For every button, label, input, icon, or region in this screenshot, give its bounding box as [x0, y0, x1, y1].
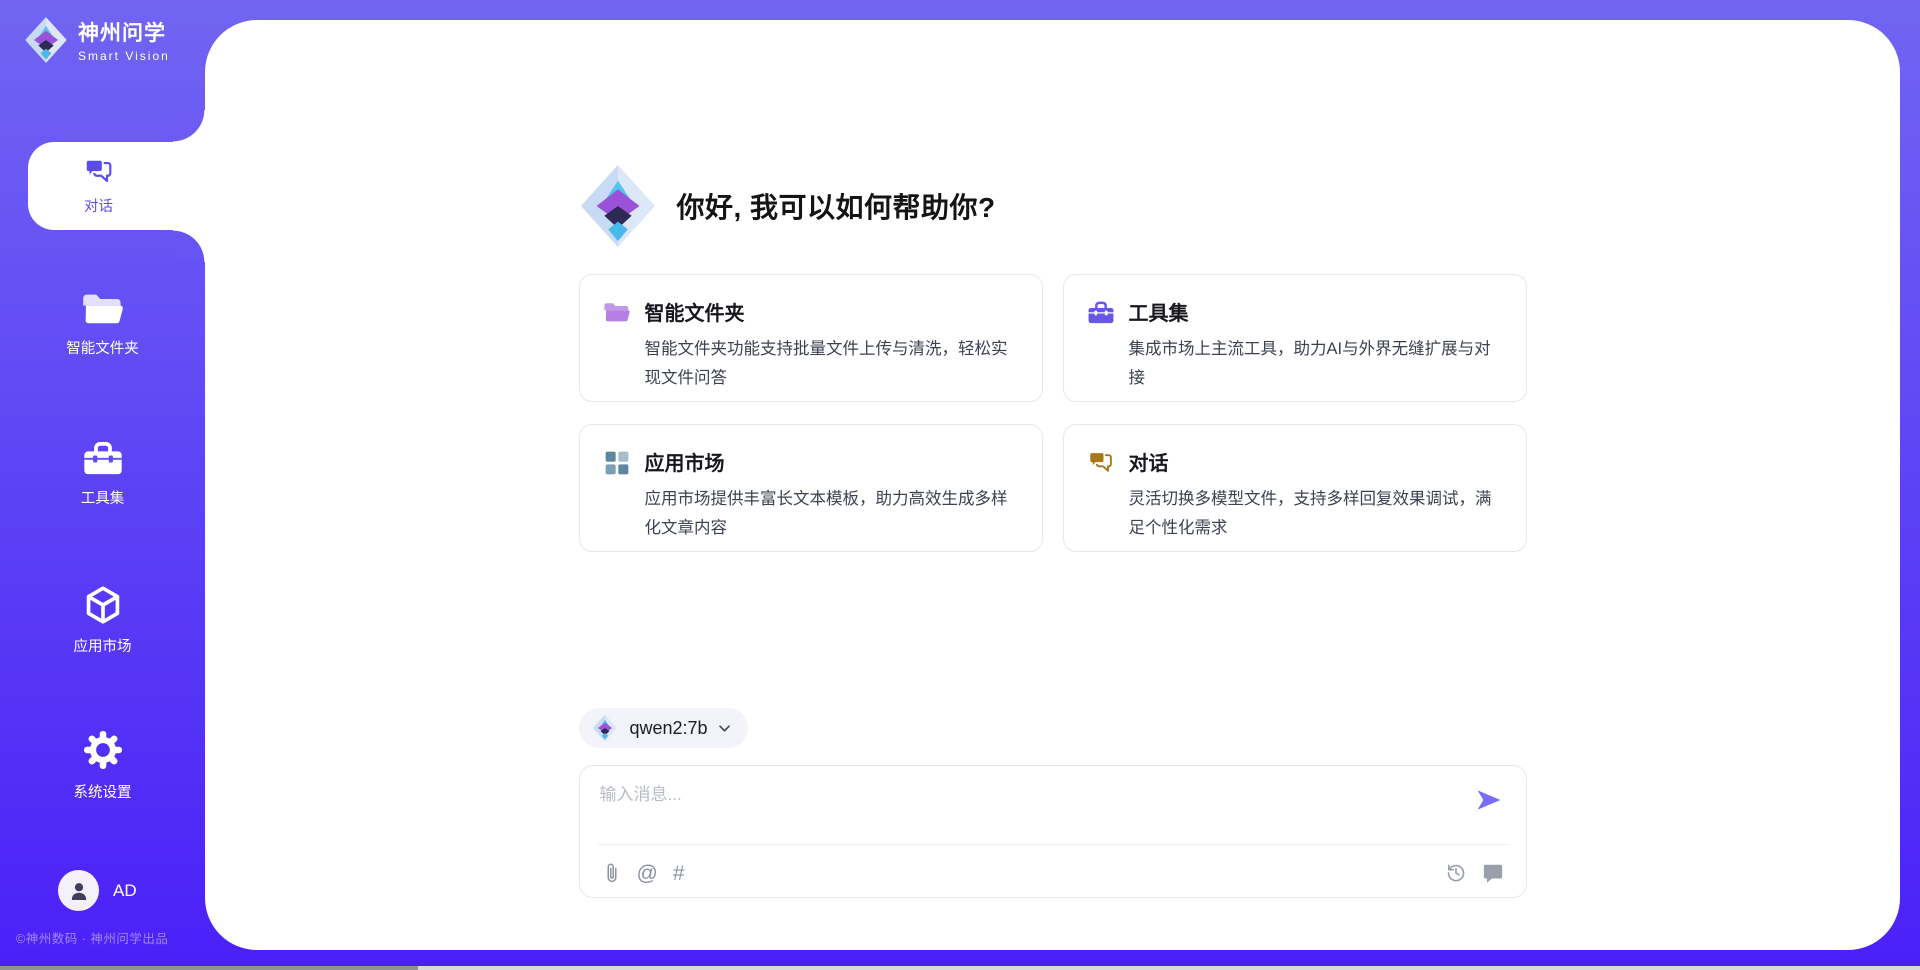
card-title: 对话 [1129, 447, 1498, 476]
scrollbar-thumb[interactable] [0, 966, 418, 970]
sidebar: 神州问学 Smart Vision 对话 智能文件夹 工具集 应用市场 系统设置… [0, 0, 205, 970]
sidebar-item-label: 工具集 [81, 487, 125, 508]
quick-phrase-button[interactable] [1482, 862, 1504, 884]
topic-icon: # [673, 863, 685, 884]
sidebar-item-toolset[interactable]: 工具集 [0, 440, 205, 508]
sidebar-item-label: 系统设置 [74, 781, 132, 802]
attachment-icon [602, 862, 622, 884]
message-composer: @ # [579, 765, 1527, 898]
sidebar-item-chat[interactable]: 对话 [28, 142, 205, 230]
active-tab-fillet-bottom [173, 230, 205, 262]
sidebar-item-smart-folder[interactable]: 智能文件夹 [0, 292, 205, 358]
greeting-diamond-logo [579, 162, 657, 250]
sidebar-item-label: 智能文件夹 [66, 337, 139, 358]
card-description: 灵活切换多模型文件，支持多样回复效果调试，满足个性化需求 [1129, 485, 1498, 543]
mention-button[interactable]: @ [637, 863, 658, 884]
card-title: 应用市场 [645, 447, 1014, 476]
toolbox-icon [1087, 299, 1115, 327]
message-input[interactable] [600, 780, 1430, 838]
greeting-text: 你好, 我可以如何帮助你? [677, 186, 996, 226]
sidebar-item-label: 对话 [84, 195, 113, 216]
chat-icon [82, 156, 116, 188]
history-icon [1445, 862, 1467, 884]
topic-button[interactable]: # [673, 863, 685, 884]
send-button[interactable] [1474, 786, 1504, 816]
diamond-logo [592, 714, 618, 742]
model-selector[interactable]: qwen2:7b [579, 708, 748, 748]
avatar [58, 870, 99, 911]
quick-phrase-icon [1482, 862, 1504, 884]
folder-icon [603, 299, 631, 327]
brand: 神州问学 Smart Vision [24, 16, 170, 64]
feature-cards: 智能文件夹 智能文件夹功能支持批量文件上传与清洗，轻松实现文件问答 工具集 集成… [579, 274, 1527, 552]
model-name: qwen2:7b [630, 718, 708, 739]
card-toolset[interactable]: 工具集 集成市场上主流工具，助力AI与外界无缝扩展与对接 [1063, 274, 1527, 402]
send-icon [1475, 786, 1503, 814]
card-chat[interactable]: 对话 灵活切换多模型文件，支持多样回复效果调试，满足个性化需求 [1063, 424, 1527, 552]
sidebar-item-label: 应用市场 [74, 635, 132, 656]
greeting-block: 你好, 我可以如何帮助你? [579, 162, 1527, 250]
main-panel: 你好, 我可以如何帮助你? 智能文件夹 智能文件夹功能支持批量文件上传与清洗，轻… [205, 20, 1900, 950]
user-icon [67, 879, 91, 903]
brand-title: 神州问学 [78, 17, 170, 47]
card-title: 工具集 [1129, 297, 1498, 326]
card-description: 智能文件夹功能支持批量文件上传与清洗，轻松实现文件问答 [645, 335, 1014, 393]
copyright-footer: ©神州数码 · 神州问学出品 [16, 928, 168, 947]
chat-icon [1087, 449, 1115, 477]
attachment-button[interactable] [602, 862, 622, 884]
card-smart-folder[interactable]: 智能文件夹 智能文件夹功能支持批量文件上传与清洗，轻松实现文件问答 [579, 274, 1043, 402]
folder-icon [81, 292, 125, 328]
chevron-down-icon [717, 721, 732, 736]
card-app-market[interactable]: 应用市场 应用市场提供丰富长文本模板，助力高效生成多样化文章内容 [579, 424, 1043, 552]
card-description: 应用市场提供丰富长文本模板，助力高效生成多样化文章内容 [645, 485, 1014, 543]
composer-divider [598, 844, 1508, 845]
sidebar-item-settings[interactable]: 系统设置 [0, 728, 205, 802]
sidebar-item-app-market[interactable]: 应用市场 [0, 584, 205, 656]
card-description: 集成市场上主流工具，助力AI与外界无缝扩展与对接 [1129, 335, 1498, 393]
toolbox-icon [82, 440, 124, 478]
mention-icon: @ [637, 863, 658, 884]
active-tab-fillet-top [173, 110, 205, 142]
gear-icon [81, 728, 125, 772]
brand-diamond-logo [24, 16, 68, 64]
user-account[interactable]: AD [58, 870, 137, 911]
user-name: AD [113, 881, 137, 901]
cube-icon [82, 584, 124, 626]
composer-toolbar: @ # [602, 856, 1504, 890]
brand-subtitle: Smart Vision [78, 49, 170, 63]
grid-icon [603, 449, 631, 477]
card-title: 智能文件夹 [645, 297, 1014, 326]
horizontal-scrollbar [0, 966, 1920, 970]
history-button[interactable] [1445, 862, 1467, 884]
